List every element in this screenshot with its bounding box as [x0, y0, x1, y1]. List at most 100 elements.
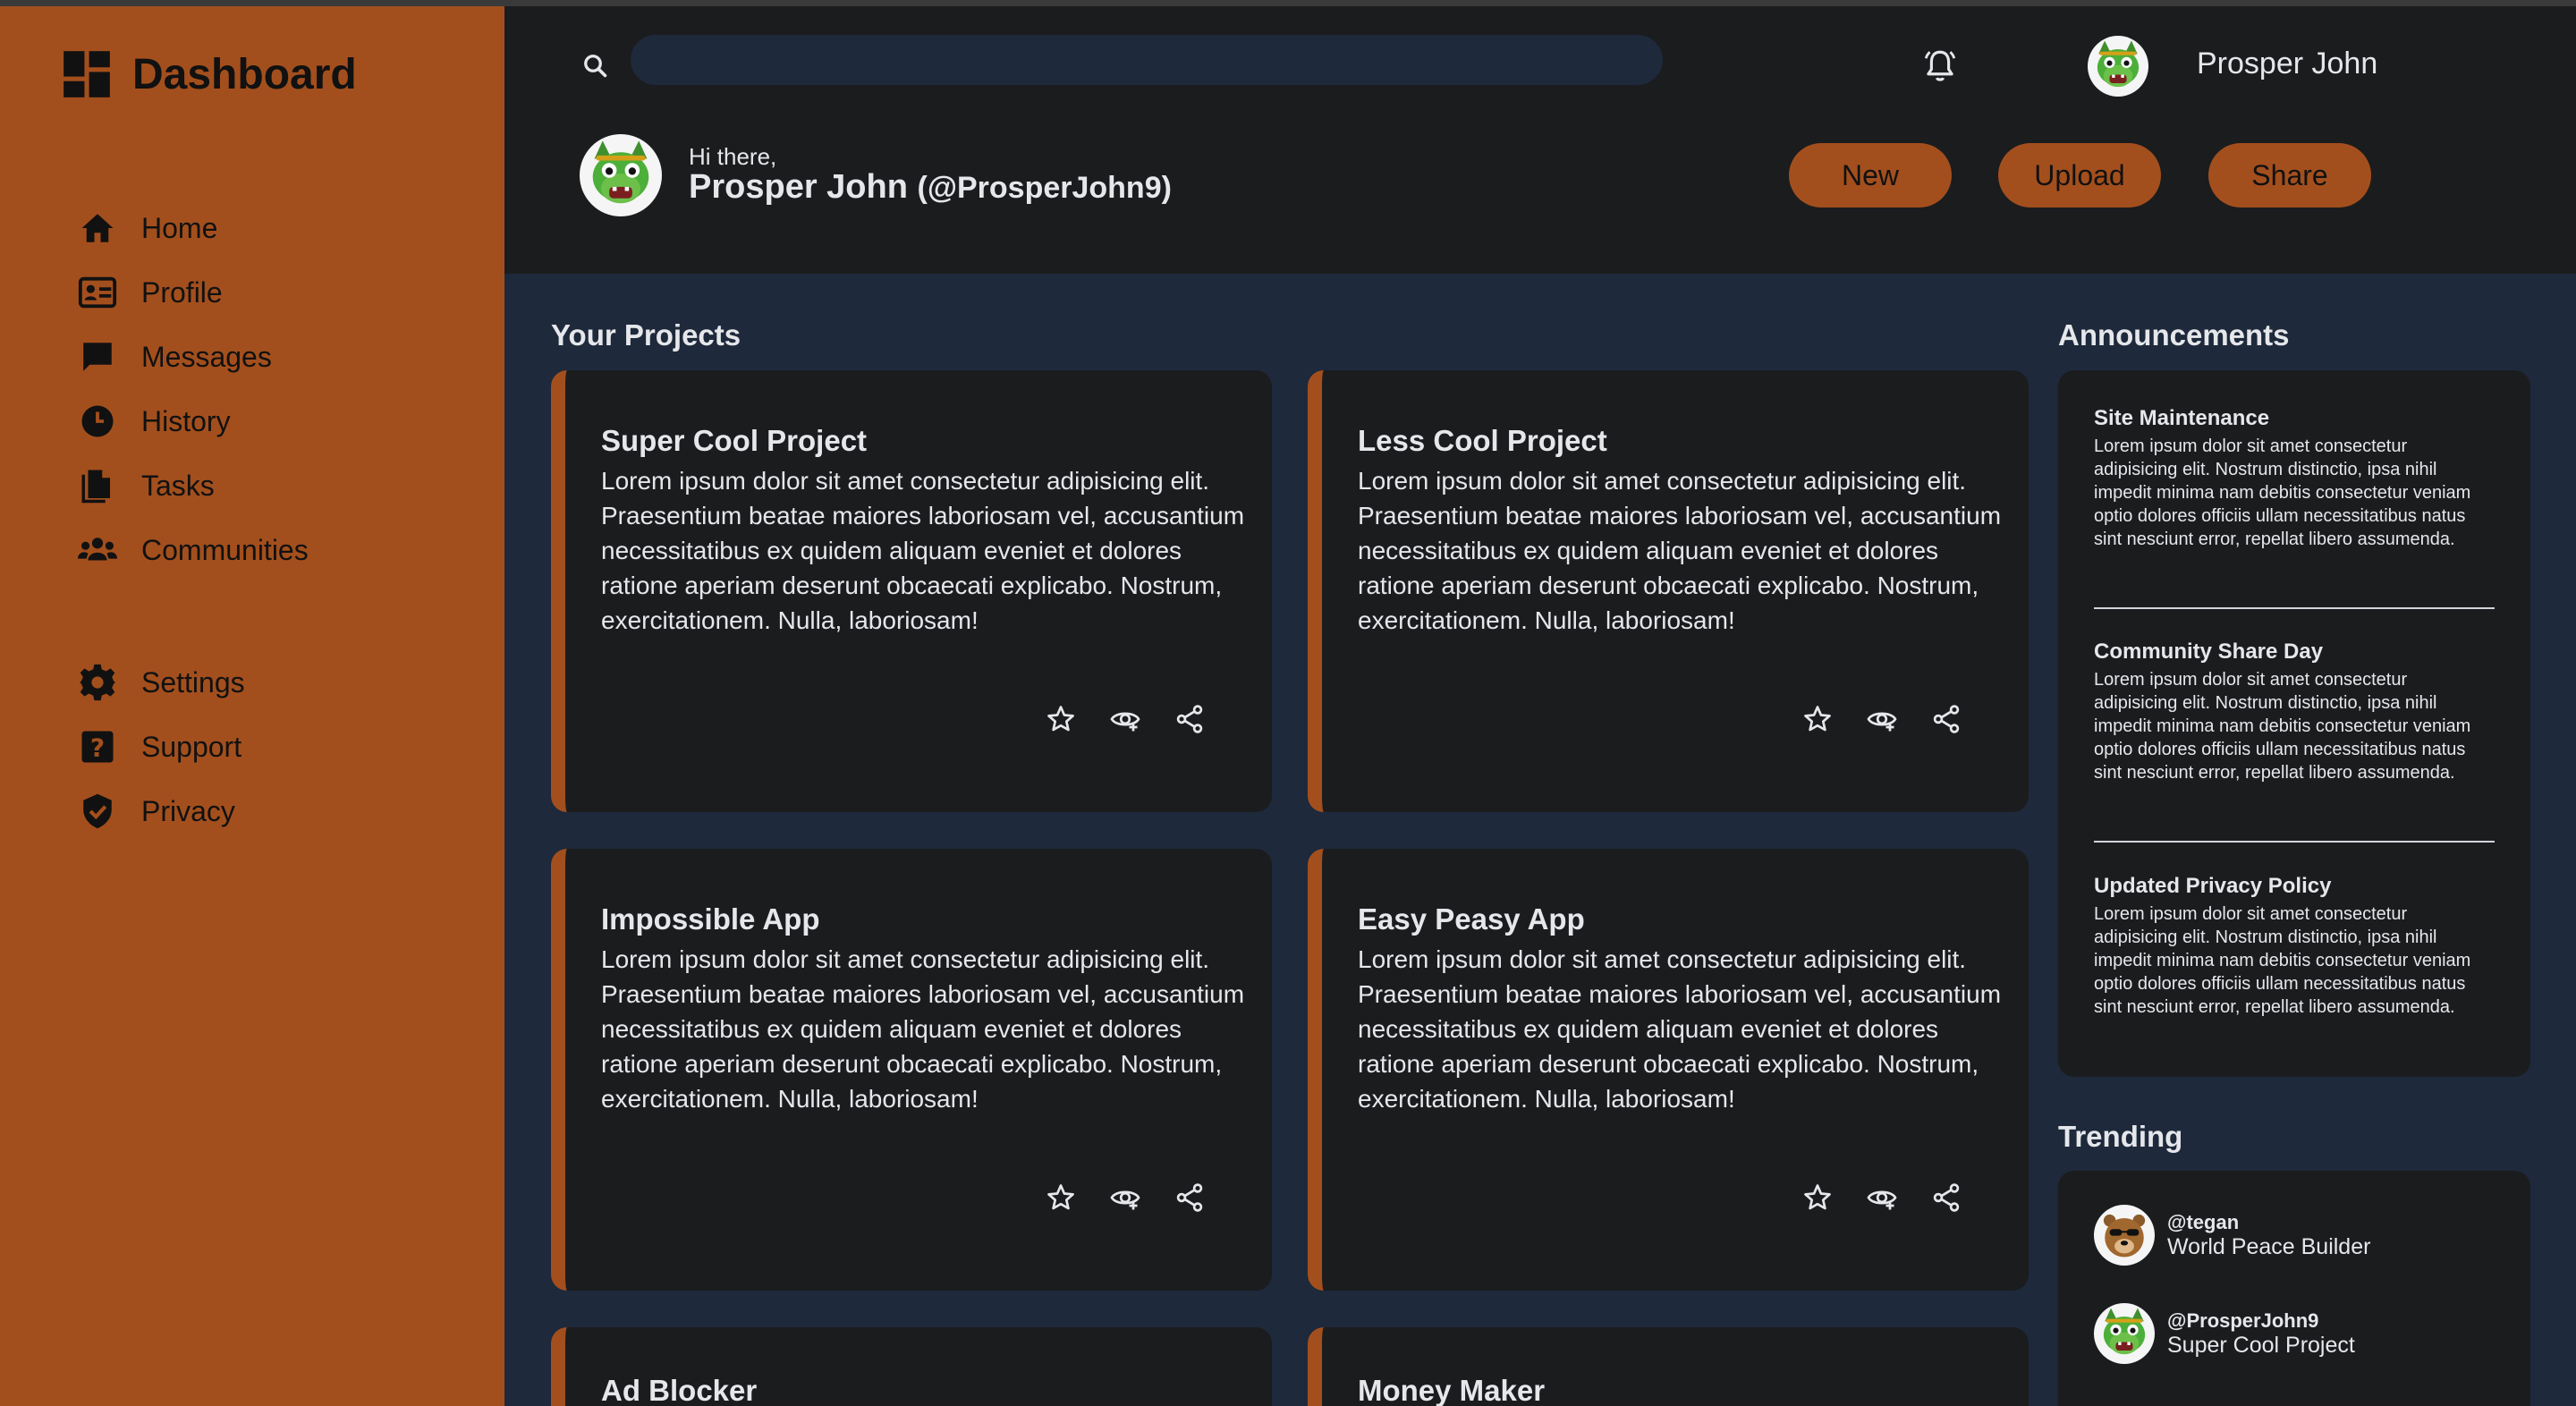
trending-panel: @tegan World Peace Builder @ProsperJohn9…: [2058, 1171, 2530, 1406]
trending-description: Super Cool Project: [2167, 1332, 2355, 1358]
new-button[interactable]: New: [1789, 143, 1952, 208]
announcement-body: Lorem ipsum dolor sit amet consectetur a…: [2094, 670, 2471, 783]
sidebar-item-label: History: [141, 404, 231, 437]
watch-icon[interactable]: [1109, 703, 1141, 735]
users-icon: [77, 529, 118, 571]
sidebar-item-label: Tasks: [141, 469, 215, 502]
share-icon[interactable]: [1174, 703, 1206, 735]
dashboard-grid-icon: [64, 51, 110, 97]
primary-nav: Home Profile Messages History Tasks Comm…: [77, 196, 309, 582]
announcement-item[interactable]: Updated Privacy Policy Lorem ipsum dolor…: [2094, 874, 2495, 1019]
card-actions: [1801, 1182, 1995, 1214]
project-card[interactable]: Ad Blocker: [551, 1327, 1272, 1406]
sidebar-item-tasks[interactable]: Tasks: [77, 453, 309, 518]
card-actions: [1045, 1182, 1238, 1214]
announcement-body: Lorem ipsum dolor sit amet consectetur a…: [2094, 904, 2471, 1017]
sidebar-item-label: Settings: [141, 665, 245, 699]
user-full-name: Prosper John (@ProsperJohn9): [689, 168, 1172, 207]
help-icon: ?: [77, 726, 118, 767]
avatar: [2094, 1303, 2155, 1364]
trending-item[interactable]: @ProsperJohn9 Super Cool Project: [2094, 1303, 2355, 1364]
project-title: Less Cool Project: [1358, 424, 1607, 457]
sidebar-item-support[interactable]: ? Support: [77, 715, 245, 779]
projects-heading: Your Projects: [551, 318, 741, 352]
watch-icon[interactable]: [1866, 1182, 1898, 1214]
share-button[interactable]: Share: [2208, 143, 2371, 208]
project-card[interactable]: Super Cool Project Lorem ipsum dolor sit…: [551, 370, 1272, 812]
watch-icon[interactable]: [1866, 703, 1898, 735]
trending-handle: @ProsperJohn9: [2167, 1309, 2319, 1332]
project-title: Super Cool Project: [601, 424, 868, 457]
search-icon[interactable]: [580, 50, 612, 82]
project-description: Lorem ipsum dolor sit amet consectetur a…: [1358, 945, 2002, 1113]
sidebar-item-label: Home: [141, 211, 218, 244]
announcement-item[interactable]: Community Share Day Lorem ipsum dolor si…: [2094, 639, 2495, 784]
star-icon[interactable]: [1045, 703, 1077, 735]
user-handle: (@ProsperJohn9): [917, 171, 1172, 205]
sidebar-item-label: Support: [141, 730, 242, 763]
id-card-icon: [77, 272, 118, 313]
greeting: Hi there,: [689, 143, 777, 170]
watch-icon[interactable]: [1109, 1182, 1141, 1214]
secondary-nav: Settings ? Support Privacy: [77, 650, 245, 843]
shield-icon: [77, 791, 118, 832]
sidebar: Dashboard Home Profile Messages History: [0, 6, 504, 1406]
trending-heading: Trending: [2058, 1120, 2183, 1153]
card-actions: [1045, 703, 1238, 735]
announcement-title: Site Maintenance: [2094, 406, 2270, 430]
project-card[interactable]: Easy Peasy App Lorem ipsum dolor sit ame…: [1308, 849, 2029, 1291]
sidebar-item-privacy[interactable]: Privacy: [77, 779, 245, 843]
share-icon[interactable]: [1174, 1182, 1206, 1214]
document-icon: [77, 465, 118, 506]
trending-description: World Peace Builder: [2167, 1233, 2371, 1259]
star-icon[interactable]: [1045, 1182, 1077, 1214]
trending-item[interactable]: @tegan World Peace Builder: [2094, 1205, 2370, 1266]
project-card[interactable]: Impossible App Lorem ipsum dolor sit ame…: [551, 849, 1272, 1291]
star-icon[interactable]: [1801, 703, 1834, 735]
project-title: Easy Peasy App: [1358, 902, 1585, 936]
profile-avatar: [580, 134, 662, 216]
trending-handle: @tegan: [2167, 1210, 2240, 1233]
sidebar-item-profile[interactable]: Profile: [77, 260, 309, 325]
message-icon: [77, 336, 118, 377]
sidebar-item-messages[interactable]: Messages: [77, 325, 309, 389]
announcement-title: Updated Privacy Policy: [2094, 874, 2332, 898]
sidebar-item-settings[interactable]: Settings: [77, 650, 245, 715]
user-name: Prosper John: [689, 168, 908, 206]
brand[interactable]: Dashboard: [59, 47, 357, 102]
svg-text:?: ?: [90, 733, 105, 763]
project-description: Lorem ipsum dolor sit amet consectetur a…: [1358, 467, 2002, 634]
share-icon[interactable]: [1930, 1182, 1962, 1214]
sidebar-item-home[interactable]: Home: [77, 196, 309, 260]
project-title: Money Maker: [1358, 1374, 1546, 1406]
announcement-item[interactable]: Site Maintenance Lorem ipsum dolor sit a…: [2094, 406, 2495, 551]
search-input[interactable]: [631, 35, 1663, 85]
sidebar-item-label: Profile: [141, 275, 223, 309]
upload-button[interactable]: Upload: [1998, 143, 2161, 208]
divider: [2094, 841, 2495, 843]
sidebar-item-label: Privacy: [141, 794, 235, 827]
share-icon[interactable]: [1930, 703, 1962, 735]
sidebar-item-communities[interactable]: Communities: [77, 518, 309, 582]
announcement-body: Lorem ipsum dolor sit amet consectetur a…: [2094, 436, 2471, 549]
project-title: Impossible App: [601, 902, 820, 936]
home-icon: [77, 208, 118, 249]
project-card[interactable]: Money Maker: [1308, 1327, 2029, 1406]
project-description: Lorem ipsum dolor sit amet consectetur a…: [601, 467, 1245, 634]
divider: [2094, 607, 2495, 609]
brand-title: Dashboard: [132, 50, 357, 98]
announcement-title: Community Share Day: [2094, 639, 2324, 664]
card-actions: [1801, 703, 1995, 735]
window-top-border: [0, 0, 2576, 6]
avatar[interactable]: [2088, 36, 2148, 97]
project-title: Ad Blocker: [601, 1374, 758, 1406]
bell-icon[interactable]: [1921, 47, 1959, 85]
sidebar-item-history[interactable]: History: [77, 389, 309, 453]
project-description: Lorem ipsum dolor sit amet consectetur a…: [601, 945, 1245, 1113]
project-card[interactable]: Less Cool Project Lorem ipsum dolor sit …: [1308, 370, 2029, 812]
star-icon[interactable]: [1801, 1182, 1834, 1214]
header-user-name[interactable]: Prosper John: [2197, 47, 2377, 81]
announcements-panel: Site Maintenance Lorem ipsum dolor sit a…: [2058, 370, 2530, 1077]
gear-icon: [77, 662, 118, 703]
sidebar-item-label: Messages: [141, 340, 272, 373]
